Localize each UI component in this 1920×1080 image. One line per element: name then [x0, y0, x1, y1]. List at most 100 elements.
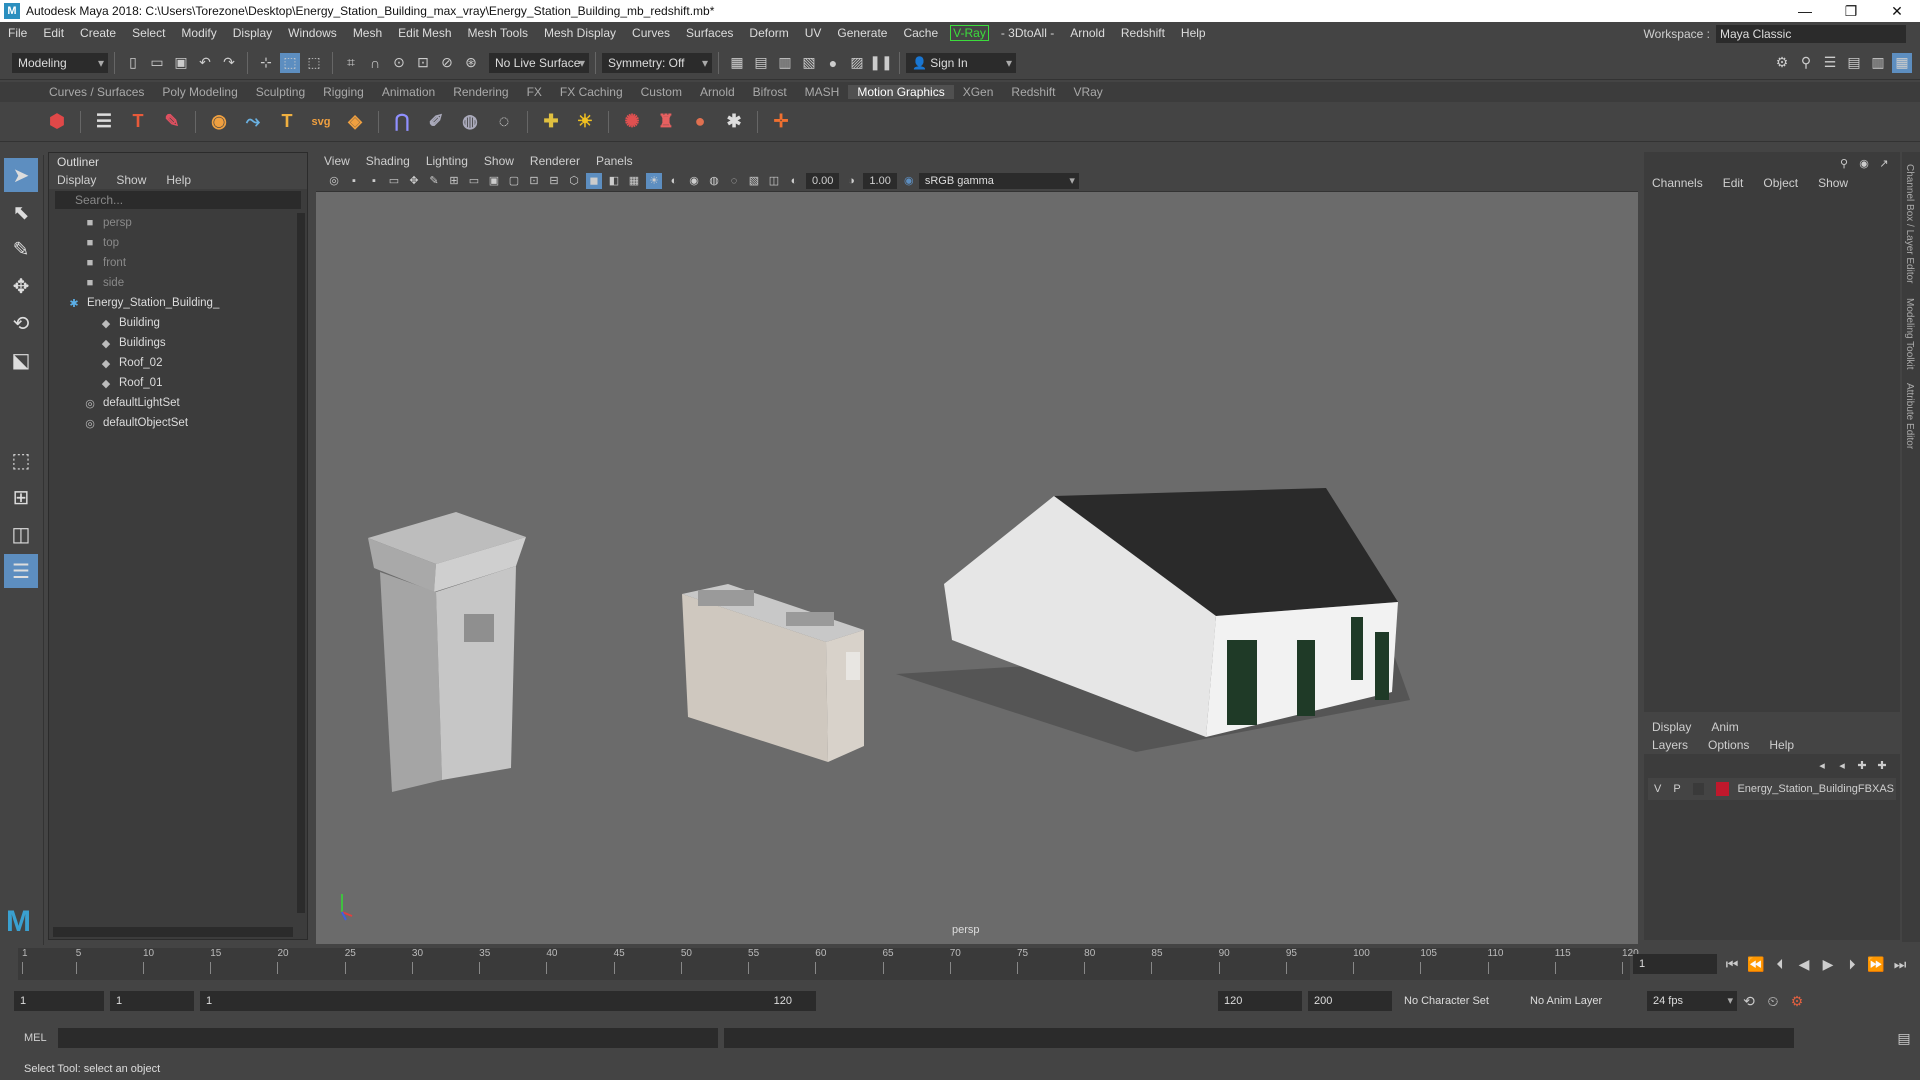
outliner-item[interactable]: ◎ defaultObjectSet	[49, 413, 307, 433]
mash-paint-icon[interactable]: ◍	[455, 107, 485, 137]
menu-help[interactable]: Help	[1173, 26, 1214, 40]
layer-menu-layers[interactable]: Layers	[1652, 738, 1688, 752]
gamma-field[interactable]: 1.00	[863, 172, 897, 189]
shadows-icon[interactable]: ◐	[666, 173, 682, 189]
menu-vray[interactable]: V-Ray	[950, 25, 989, 41]
layer-playback-toggle[interactable]: P	[1673, 783, 1680, 795]
wireframe-icon[interactable]: ⬡	[566, 173, 582, 189]
render-icon[interactable]: ▦	[727, 53, 747, 73]
render-sequence-icon[interactable]: ▤	[751, 53, 771, 73]
mash-orbit-icon[interactable]: ◌	[489, 107, 519, 137]
go-to-start-icon[interactable]: ⏮	[1722, 954, 1742, 974]
anti-aliasing-icon[interactable]: ◌	[726, 173, 742, 189]
playback-end-field[interactable]: 120	[1218, 991, 1302, 1011]
ipr-render-icon[interactable]: ▥	[775, 53, 795, 73]
viewport-panel[interactable]: View Shading Lighting Show Renderer Panels ◎ …	[316, 152, 1638, 944]
side-tab-attribute-editor[interactable]: Attribute Editor	[1902, 381, 1917, 451]
range-slider-bar[interactable]: 1 120	[200, 991, 816, 1011]
save-scene-icon[interactable]: ▣	[171, 53, 191, 73]
2d-pan-zoom-icon[interactable]: ✥	[406, 173, 422, 189]
mash-add-icon[interactable]: ✛	[766, 107, 796, 137]
textured-icon[interactable]: ▦	[626, 173, 642, 189]
mash-list-icon[interactable]: ☰	[89, 107, 119, 137]
shelf-tab-vray[interactable]: VRay	[1064, 85, 1111, 99]
modeling-toolkit-icon[interactable]: ⚙	[1772, 53, 1792, 73]
color-management-icon[interactable]: ◉	[901, 173, 917, 189]
smooth-shade-icon[interactable]: ◼	[586, 172, 602, 189]
mash-cube-icon[interactable]: ◈	[340, 107, 370, 137]
current-frame-field[interactable]: 1	[1633, 954, 1717, 974]
snap-point-icon[interactable]: ⊙	[389, 53, 409, 73]
viewport-menu-renderer[interactable]: Renderer	[530, 154, 580, 168]
menu-modify[interactable]: Modify	[173, 26, 224, 40]
human-ik-icon[interactable]: ⚲	[1796, 53, 1816, 73]
container-unit-mesh[interactable]	[682, 584, 864, 762]
character-set-dropdown[interactable]: No Character Set	[1398, 991, 1518, 1011]
shelf-tab-fx[interactable]: FX	[518, 85, 551, 99]
open-scene-icon[interactable]: ▭	[147, 53, 167, 73]
move-tool-icon[interactable]: ✥	[4, 269, 38, 303]
resolution-gate-icon[interactable]: ▣	[486, 173, 502, 189]
live-surface-field[interactable]: No Live Surface	[489, 52, 589, 73]
exposure-icon[interactable]: ◐	[786, 173, 802, 189]
gamma-icon[interactable]: ◑	[843, 173, 859, 189]
channelbox-pop-icon[interactable]: ↗	[1876, 155, 1892, 171]
channelbox-toggle-icon[interactable]: ◉	[1856, 155, 1872, 171]
pause-icon[interactable]: ❚❚	[869, 53, 892, 73]
sign-in-dropdown[interactable]: 👤 Sign In	[906, 52, 1016, 73]
lasso-tool-icon[interactable]: ⬉	[4, 195, 38, 229]
select-hierarchy-icon[interactable]: ⊹	[256, 53, 276, 73]
snap-surface-icon[interactable]: ⊘	[437, 53, 457, 73]
mash-shirt-icon[interactable]: ♜	[651, 107, 681, 137]
channel-box-icon[interactable]: ▥	[1868, 53, 1888, 73]
outliner-item[interactable]: ■ persp	[49, 213, 307, 233]
snap-plane-icon[interactable]: ⊛	[461, 53, 481, 73]
menu-create[interactable]: Create	[72, 26, 124, 40]
mash-brush-icon[interactable]: ✐	[421, 107, 451, 137]
outliner-layout-icon[interactable]: ☰	[4, 554, 38, 588]
outliner-item[interactable]: ■ top	[49, 233, 307, 253]
mash-placer-icon[interactable]: ✚	[536, 107, 566, 137]
snap-grid-icon[interactable]: ⌗	[341, 53, 361, 73]
viewport-menu-lighting[interactable]: Lighting	[426, 154, 468, 168]
camera-attributes-icon[interactable]: ▪	[346, 173, 362, 189]
viewport-menu-view[interactable]: View	[324, 154, 350, 168]
menu-mesh-tools[interactable]: Mesh Tools	[460, 26, 536, 40]
mash-sparkle-icon[interactable]: ✱	[719, 107, 749, 137]
select-camera-icon[interactable]: ◎	[326, 173, 342, 189]
mel-input[interactable]	[58, 1028, 718, 1048]
minimize-button[interactable]: —	[1782, 3, 1828, 20]
redo-icon[interactable]: ↷	[219, 53, 239, 73]
viewport-menu-show[interactable]: Show	[484, 154, 514, 168]
two-view-icon[interactable]: ◫	[4, 517, 38, 551]
shelf-tab-fx-caching[interactable]: FX Caching	[551, 85, 632, 99]
new-layer-icon[interactable]: ✚	[1854, 757, 1870, 773]
layer-tab-anim[interactable]: Anim	[1711, 720, 1738, 734]
channelbox-menu-object[interactable]: Object	[1763, 176, 1798, 190]
outliner-item[interactable]: ◆ Buildings	[49, 333, 307, 353]
mash-explode-icon[interactable]: ✺	[617, 107, 647, 137]
menu-uv[interactable]: UV	[797, 26, 830, 40]
shelf-tab-bifrost[interactable]: Bifrost	[744, 85, 796, 99]
layer-type-toggle[interactable]	[1692, 783, 1705, 795]
close-button[interactable]: ✕	[1874, 3, 1920, 20]
layer-tab-display[interactable]: Display	[1652, 720, 1691, 734]
exposure-field[interactable]: 0.00	[806, 172, 840, 189]
gate-mask-icon[interactable]: ▢	[506, 173, 522, 189]
menu-mesh-display[interactable]: Mesh Display	[536, 26, 624, 40]
step-forward-icon[interactable]: ⏩	[1866, 954, 1886, 974]
outliner-item[interactable]: ■ front	[49, 253, 307, 273]
anim-layer-dropdown[interactable]: No Anim Layer	[1524, 991, 1634, 1011]
menu-edit[interactable]: Edit	[35, 26, 72, 40]
play-forward-icon[interactable]: ▶	[1818, 954, 1838, 974]
rotate-tool-icon[interactable]: ⟲	[4, 306, 38, 340]
side-tab-modeling-toolkit[interactable]: Modeling Toolkit	[1902, 296, 1917, 372]
render-view-icon[interactable]: ▨	[847, 53, 867, 73]
outliner-item[interactable]: ◆ Roof_01	[49, 373, 307, 393]
mash-curve-icon[interactable]: ✎	[157, 107, 187, 137]
start-time-field[interactable]: 1	[14, 991, 104, 1011]
select-tool-icon[interactable]: ➤	[4, 158, 38, 192]
undo-icon[interactable]: ↶	[195, 53, 215, 73]
outliner-menu-display[interactable]: Display	[57, 173, 96, 187]
channelbox-menu-show[interactable]: Show	[1818, 176, 1848, 190]
